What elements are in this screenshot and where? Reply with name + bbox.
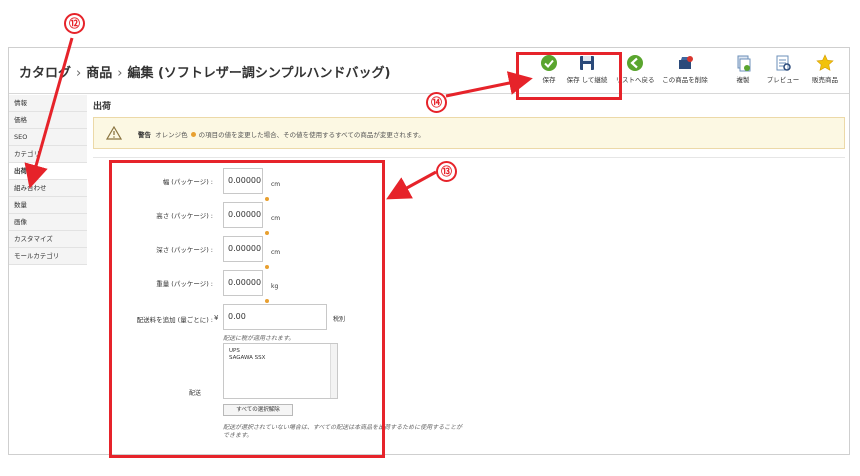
annotation-arrows	[24, 37, 533, 200]
arrow-12	[24, 37, 74, 189]
annotation-badge-14: ⑭	[426, 92, 447, 113]
annotation-badge-13: ⑬	[436, 161, 457, 182]
arrow-13	[386, 170, 437, 200]
annotation-badge-12: ⑫	[64, 13, 85, 34]
arrow-14	[445, 71, 533, 98]
